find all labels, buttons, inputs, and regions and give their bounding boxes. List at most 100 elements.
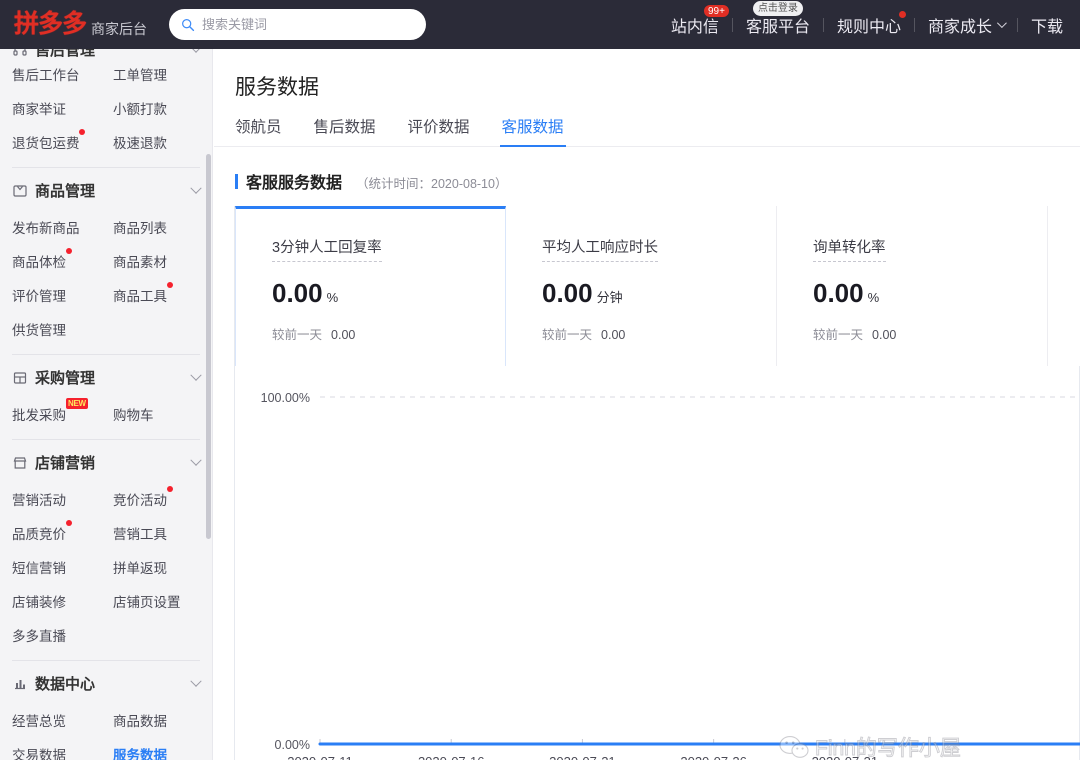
sidebar-item-quality-bidding[interactable]: 品质竞价 bbox=[0, 516, 101, 550]
sidebar-item-label: 发布新商品 bbox=[12, 221, 80, 236]
tab-bar: 领航员 售后数据 评价数据 客服数据 bbox=[214, 101, 1080, 147]
tab-customer-service-data[interactable]: 客服数据 bbox=[499, 115, 566, 147]
sidebar-item-supply-management[interactable]: 供货管理 bbox=[0, 312, 101, 346]
box-icon bbox=[13, 184, 27, 197]
sidebar-group-purchase-management[interactable]: 采购管理 bbox=[0, 355, 212, 397]
metric-card-3min-reply-rate[interactable]: 3分钟人工回复率 0.00% 较前一天 0.00 bbox=[235, 206, 506, 366]
shop-icon bbox=[13, 456, 27, 469]
sidebar-item-bidding-activity[interactable]: 竞价活动 bbox=[101, 482, 202, 516]
clipboard-icon bbox=[13, 371, 27, 384]
sidebar-item-sms-marketing[interactable]: 短信营销 bbox=[0, 550, 101, 584]
sidebar-scrollbar[interactable] bbox=[206, 154, 211, 539]
sidebar-scroll-area: 售后管理 售后工作台 工单管理 商家举证 小额打款 退货包运费 极速退款 bbox=[0, 49, 212, 760]
nav-label: 规则中心 bbox=[836, 18, 901, 36]
chevron-down-icon bbox=[190, 49, 202, 53]
tab-aftersale-data[interactable]: 售后数据 bbox=[314, 115, 376, 146]
sidebar-item-ticket-management[interactable]: 工单管理 bbox=[101, 57, 202, 91]
search-input[interactable] bbox=[202, 17, 415, 32]
metric-card-compare: 较前一天 0.00 bbox=[272, 324, 505, 343]
sidebar-item-label: 店铺页设置 bbox=[113, 595, 181, 610]
nav-item-download[interactable]: 下载 bbox=[1018, 0, 1076, 49]
sidebar-item-label: 交易数据 bbox=[12, 748, 66, 760]
sidebar-item-shop-decoration[interactable]: 店铺装修 bbox=[0, 584, 101, 618]
sidebar-item-product-list[interactable]: 商品列表 bbox=[101, 210, 202, 244]
svg-text:2020-07-11: 2020-07-11 bbox=[287, 754, 353, 760]
sidebar-item-label: 经营总览 bbox=[12, 714, 66, 729]
sidebar-item-label: 购物车 bbox=[113, 408, 154, 423]
sidebar-item-merchant-evidence[interactable]: 商家举证 bbox=[0, 91, 101, 125]
sidebar-item-label: 批发采购 bbox=[12, 408, 66, 423]
section-title: 客服服务数据 bbox=[246, 175, 343, 192]
compare-label: 较前一天 bbox=[813, 328, 864, 342]
metric-card-title: 平均人工响应时长 bbox=[542, 236, 658, 262]
nav-label: 客服平台 bbox=[745, 18, 810, 36]
metric-unit: % bbox=[867, 290, 880, 305]
sidebar-item-label: 售后工作台 bbox=[12, 68, 80, 83]
metric-card-title: 询单转化率 bbox=[813, 236, 886, 262]
metric-card-avg-response-time[interactable]: 平均人工响应时长 0.00 分钟 较前一天 0.00 bbox=[506, 206, 777, 366]
sidebar-item-return-shipping-fee[interactable]: 退货包运费 bbox=[0, 125, 101, 159]
sidebar-item-product-material[interactable]: 商品素材 bbox=[101, 244, 202, 278]
tab-navigator[interactable]: 领航员 bbox=[235, 115, 282, 146]
sidebar-group-label: 商品管理 bbox=[35, 183, 96, 200]
sidebar-item-wholesale-purchase[interactable]: 批发采购 NEW bbox=[0, 397, 101, 431]
sidebar-item-label: 短信营销 bbox=[12, 561, 66, 576]
sidebar-group-shop-marketing[interactable]: 店铺营销 bbox=[0, 440, 212, 482]
sidebar-item-publish-new-product[interactable]: 发布新商品 bbox=[0, 210, 101, 244]
sidebar-group-aftersale-partial-header[interactable]: 售后管理 bbox=[0, 49, 212, 57]
sidebar-item-small-payment[interactable]: 小额打款 bbox=[101, 91, 202, 125]
nav-item-station-mail[interactable]: 站内信 99+ bbox=[658, 0, 732, 49]
sidebar-item-business-overview[interactable]: 经营总览 bbox=[0, 703, 101, 737]
chevron-down-icon bbox=[190, 675, 202, 687]
nav-label: 下载 bbox=[1030, 18, 1063, 36]
sidebar-item-label: 服务数据 bbox=[113, 748, 167, 760]
sidebar-item-product-data[interactable]: 商品数据 bbox=[101, 703, 202, 737]
bar-chart-icon bbox=[15, 679, 25, 689]
sidebar-item-product-checkup[interactable]: 商品体检 bbox=[0, 244, 101, 278]
sidebar-item-review-management[interactable]: 评价管理 bbox=[0, 278, 101, 312]
nav-item-merchant-growth[interactable]: 商家成长 bbox=[915, 0, 1017, 49]
sidebar-item-group-rebate[interactable]: 拼单返现 bbox=[101, 550, 202, 584]
sidebar-item-marketing-tools[interactable]: 营销工具 bbox=[101, 516, 202, 550]
sidebar-item-shop-page-settings[interactable]: 店铺页设置 bbox=[101, 584, 202, 618]
sidebar-group-label: 售后管理 bbox=[35, 49, 95, 57]
sidebar-item-label: 竞价活动 bbox=[113, 493, 167, 508]
chart-canvas: 100.00% 0.00% 2020-07-11 2020-07-16 2020-07-… bbox=[261, 391, 1080, 760]
sidebar-links-marketing: 营销活动 竞价活动 品质竞价 营销工具 短信营销 拼单返现 店铺装修 店铺页设置… bbox=[0, 482, 212, 652]
metric-card-next-partial[interactable] bbox=[1048, 206, 1080, 366]
tab-review-data[interactable]: 评价数据 bbox=[408, 115, 470, 146]
top-bar: 拼多多 商家后台 站内信 99+ 点击登录 客服平台 规则中心 商家成长 bbox=[0, 0, 1080, 49]
metric-value: 0.00 bbox=[272, 278, 323, 308]
nav-item-service-platform[interactable]: 点击登录 客服平台 bbox=[733, 0, 823, 49]
sidebar-item-label: 营销工具 bbox=[113, 527, 167, 542]
sidebar-item-transaction-data[interactable]: 交易数据 bbox=[0, 737, 101, 760]
headset-icon bbox=[13, 49, 27, 56]
metric-card-compare: 较前一天 0.00 bbox=[542, 324, 776, 343]
login-tip-bubble: 点击登录 bbox=[752, 1, 803, 16]
sidebar-item-aftersale-workbench[interactable]: 售后工作台 bbox=[0, 57, 101, 91]
sidebar-item-label: 品质竞价 bbox=[12, 527, 66, 542]
notification-dot-icon bbox=[898, 11, 906, 18]
sidebar-item-product-tools[interactable]: 商品工具 bbox=[101, 278, 202, 312]
chevron-down-icon bbox=[190, 182, 202, 194]
section-stat-time: （统计时间：2020-08-10） bbox=[356, 177, 508, 191]
pinduoduo-logo: 拼多多 bbox=[14, 10, 87, 38]
sidebar-item-marketing-activity[interactable]: 营销活动 bbox=[0, 482, 101, 516]
metric-card-row: 3分钟人工回复率 0.00% 较前一天 0.00 平均人工响应时长 0.00 分钟 … bbox=[235, 206, 1080, 366]
brand-subtitle: 商家后台 bbox=[91, 20, 148, 37]
data-panel: 3分钟人工回复率 0.00% 较前一天 0.00 平均人工响应时长 0.00 分钟 … bbox=[234, 206, 1080, 760]
nav-item-rule-center[interactable]: 规则中心 bbox=[824, 0, 914, 49]
sidebar-item-label: 多多直播 bbox=[12, 629, 66, 644]
chevron-down-icon bbox=[190, 369, 202, 381]
sidebar-item-duoduo-live[interactable]: 多多直播 bbox=[0, 618, 101, 652]
search-box[interactable] bbox=[169, 9, 427, 40]
sidebar-item-shopping-cart[interactable]: 购物车 bbox=[101, 397, 202, 431]
sidebar-item-service-data[interactable]: 服务数据 bbox=[101, 737, 202, 760]
brand-logo-group[interactable]: 拼多多 商家后台 bbox=[0, 12, 147, 37]
svg-text:2020-07-26: 2020-07-26 bbox=[680, 754, 747, 760]
sidebar-group-data-center[interactable]: 数据中心 bbox=[0, 661, 212, 703]
sidebar-item-fast-refund[interactable]: 极速退款 bbox=[101, 125, 202, 159]
metric-card-inquiry-conversion-rate[interactable]: 询单转化率 0.00% 较前一天 0.00 bbox=[777, 206, 1048, 366]
new-dot-icon bbox=[66, 248, 72, 254]
sidebar-group-product-management[interactable]: 商品管理 bbox=[0, 168, 212, 210]
